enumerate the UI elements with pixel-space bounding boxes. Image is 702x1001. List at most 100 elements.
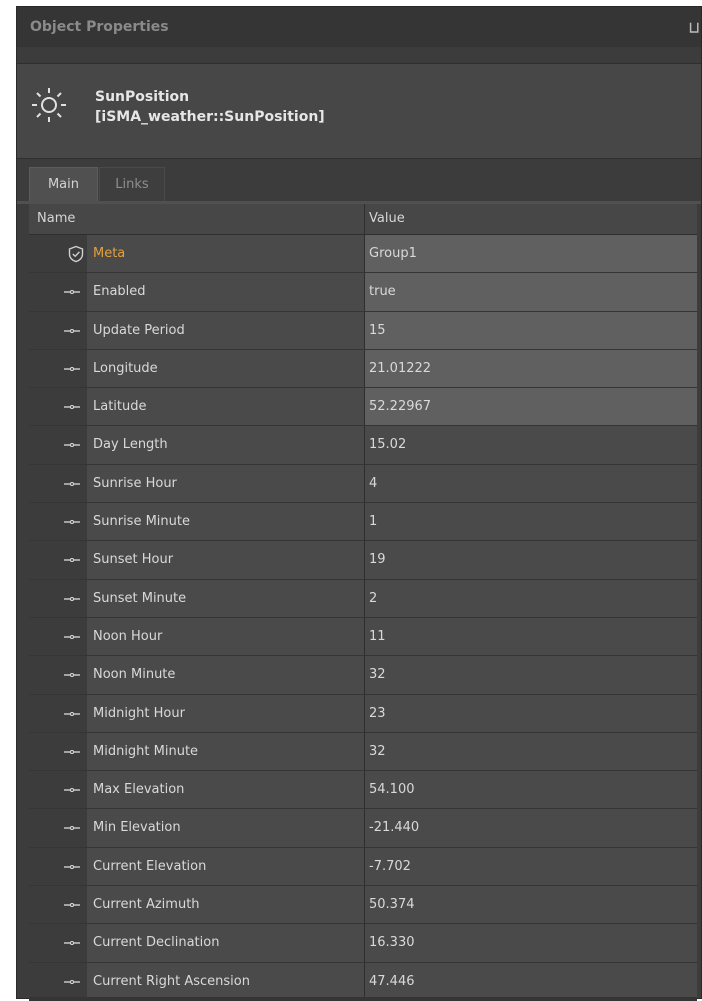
property-name: Noon Minute bbox=[87, 656, 365, 694]
property-row[interactable]: Noon Hour 11 bbox=[29, 617, 697, 657]
tab-main[interactable]: Main bbox=[29, 167, 98, 201]
property-value: 54.100 bbox=[365, 771, 697, 809]
row-icon-cell bbox=[29, 273, 87, 311]
property-name: Sunrise Hour bbox=[87, 464, 365, 503]
column-header-name[interactable]: Name bbox=[29, 204, 365, 234]
property-value: -21.440 bbox=[365, 809, 697, 847]
row-icon-cell bbox=[29, 311, 87, 349]
property-name: Max Elevation bbox=[87, 771, 365, 809]
property-name: Current Elevation bbox=[87, 847, 365, 886]
row-icon-cell bbox=[29, 464, 87, 503]
slot-icon bbox=[64, 711, 80, 716]
slot-icon bbox=[64, 979, 80, 984]
property-row[interactable]: Current Elevation -7.702 bbox=[29, 847, 697, 887]
property-value[interactable]: 21.01222 bbox=[365, 349, 697, 388]
property-value: 16.330 bbox=[365, 924, 697, 962]
property-row[interactable]: Noon Minute 32 bbox=[29, 656, 697, 695]
grid-header: Name Value bbox=[29, 204, 697, 235]
property-row[interactable]: Current Right Ascension 47.446 bbox=[29, 962, 697, 1001]
property-name: Midnight Hour bbox=[87, 694, 365, 732]
property-value[interactable]: true bbox=[365, 273, 697, 311]
slot-icon bbox=[64, 520, 80, 525]
property-row[interactable]: Min Elevation -21.440 bbox=[29, 809, 697, 848]
property-value[interactable]: 15 bbox=[365, 311, 697, 349]
property-grid: Name Value Meta Group1 Enabled true Update P… bbox=[29, 204, 697, 1001]
property-name: Longitude bbox=[87, 349, 365, 388]
property-row[interactable]: Current Declination 16.330 bbox=[29, 924, 697, 963]
slot-icon bbox=[64, 596, 80, 601]
slot-icon bbox=[64, 443, 80, 448]
row-icon-cell bbox=[29, 962, 87, 1000]
property-name: Current Declination bbox=[87, 924, 365, 962]
property-row[interactable]: Midnight Hour 23 bbox=[29, 694, 697, 733]
property-row[interactable]: Sunset Hour 19 bbox=[29, 541, 697, 580]
property-name: Noon Hour bbox=[87, 617, 365, 656]
row-icon-cell bbox=[29, 924, 87, 962]
property-row[interactable]: Latitude 52.22967 bbox=[29, 388, 697, 427]
object-header: SunPosition [iSMA_weather::SunPosition] bbox=[17, 63, 701, 159]
row-icon-cell bbox=[29, 771, 87, 809]
slot-icon bbox=[64, 558, 80, 563]
property-row[interactable]: Update Period 15 bbox=[29, 311, 697, 350]
property-value: 2 bbox=[365, 579, 697, 617]
property-row[interactable]: Current Azimuth 50.374 bbox=[29, 886, 697, 925]
property-name: Min Elevation bbox=[87, 809, 365, 847]
property-row[interactable]: Sunrise Minute 1 bbox=[29, 503, 697, 542]
row-icon-cell bbox=[29, 656, 87, 694]
property-value[interactable]: 52.22967 bbox=[365, 388, 697, 426]
property-name: Midnight Minute bbox=[87, 732, 365, 771]
property-value: 23 bbox=[365, 694, 697, 732]
row-icon-cell bbox=[29, 886, 87, 924]
row-icon-cell bbox=[29, 503, 87, 541]
shield-check-icon bbox=[68, 245, 84, 263]
property-value: 32 bbox=[365, 732, 697, 771]
column-header-value[interactable]: Value bbox=[365, 204, 697, 234]
property-name: Sunrise Minute bbox=[87, 503, 365, 541]
property-value[interactable]: Group1 bbox=[365, 235, 697, 273]
property-name: Current Right Ascension bbox=[87, 962, 365, 1000]
row-icon-cell bbox=[29, 732, 87, 771]
panel-title-bar: Object Properties ⨆ bbox=[17, 7, 701, 47]
tab-links[interactable]: Links bbox=[99, 167, 165, 201]
property-value: 47.446 bbox=[365, 962, 697, 1000]
sun-icon bbox=[32, 88, 66, 122]
property-row[interactable]: Meta Group1 bbox=[29, 235, 697, 274]
property-name: Latitude bbox=[87, 388, 365, 426]
property-name: Day Length bbox=[87, 426, 365, 464]
property-row[interactable]: Enabled true bbox=[29, 273, 697, 312]
property-name: Sunset Hour bbox=[87, 541, 365, 579]
property-row[interactable]: Day Length 15.02 bbox=[29, 426, 697, 465]
panel-title: Object Properties bbox=[30, 19, 169, 35]
row-icon-cell bbox=[29, 694, 87, 732]
slot-icon bbox=[64, 366, 80, 371]
property-name: Enabled bbox=[87, 273, 365, 311]
row-icon-cell bbox=[29, 388, 87, 426]
property-value: 11 bbox=[365, 617, 697, 656]
pin-icon[interactable]: ⨆ bbox=[689, 7, 699, 47]
property-row[interactable]: Midnight Minute 32 bbox=[29, 732, 697, 772]
property-row[interactable]: Sunrise Hour 4 bbox=[29, 464, 697, 504]
property-row[interactable]: Max Elevation 54.100 bbox=[29, 771, 697, 810]
property-value: 50.374 bbox=[365, 886, 697, 924]
slot-icon bbox=[64, 634, 80, 639]
property-value: 32 bbox=[365, 656, 697, 694]
property-row[interactable]: Longitude 21.01222 bbox=[29, 349, 697, 389]
slot-icon bbox=[64, 481, 80, 486]
row-icon-cell bbox=[29, 809, 87, 847]
property-name: Meta bbox=[87, 235, 365, 273]
row-icon-cell bbox=[29, 541, 87, 579]
property-value: 1 bbox=[365, 503, 697, 541]
slot-icon bbox=[64, 749, 80, 754]
slot-icon bbox=[64, 328, 80, 333]
property-value: 4 bbox=[365, 464, 697, 503]
slot-icon bbox=[64, 290, 80, 295]
row-icon-cell bbox=[29, 847, 87, 886]
slot-icon bbox=[64, 903, 80, 908]
property-row[interactable]: Sunset Minute 2 bbox=[29, 579, 697, 618]
slot-icon bbox=[64, 826, 80, 831]
slot-icon bbox=[64, 788, 80, 793]
slot-icon bbox=[64, 673, 80, 678]
row-icon-cell bbox=[29, 579, 87, 617]
property-value: 15.02 bbox=[365, 426, 697, 464]
object-type: [iSMA_weather::SunPosition] bbox=[95, 109, 325, 125]
